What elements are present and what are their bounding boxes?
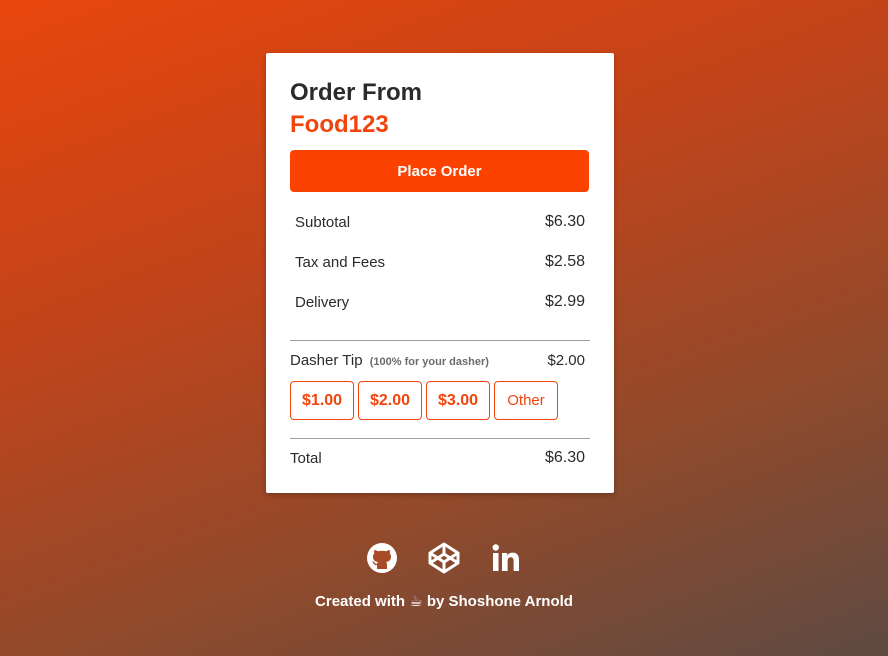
tip-option-3[interactable]: $3.00 xyxy=(426,381,490,420)
tip-label: Dasher Tip xyxy=(290,351,363,369)
tip-amount: $2.00 xyxy=(547,351,585,369)
tip-option-2[interactable]: $2.00 xyxy=(358,381,422,420)
total-amount: $6.30 xyxy=(544,449,585,466)
restaurant-name: Food123 xyxy=(290,111,389,138)
line-item-label: Tax and Fees xyxy=(295,253,386,271)
credit-suffix: by Shoshone Arnold xyxy=(426,593,573,610)
tip-option-other[interactable]: Other xyxy=(494,381,558,420)
credit-prefix: Created with xyxy=(315,593,406,610)
line-item-subtotal: Subtotal $6.30 xyxy=(290,202,590,242)
line-item-amount: $2.58 xyxy=(544,253,585,270)
codepen-icon xyxy=(428,542,460,574)
github-icon xyxy=(367,543,397,573)
tip-note: (100% for your dasher) xyxy=(369,355,489,368)
social-links xyxy=(0,540,888,576)
total-row: Total $6.30 xyxy=(290,439,590,477)
coffee-icon: ☕ xyxy=(409,593,423,610)
line-item-tax: Tax and Fees $2.58 xyxy=(290,242,590,282)
tip-option-1[interactable]: $1.00 xyxy=(290,381,354,420)
order-title: Order From xyxy=(290,79,423,106)
line-item-label: Delivery xyxy=(295,293,350,311)
line-items: Subtotal $6.30 Tax and Fees $2.58 Delive… xyxy=(290,202,590,322)
line-item-amount: $2.99 xyxy=(544,293,585,310)
github-link[interactable] xyxy=(365,540,399,576)
line-item-amount: $6.30 xyxy=(544,213,585,230)
line-item-label: Subtotal xyxy=(295,213,351,231)
footer-credit: Created with ☕ by Shoshone Arnold xyxy=(0,592,888,610)
linkedin-icon xyxy=(492,544,519,571)
place-order-button[interactable]: Place Order xyxy=(290,150,589,192)
tip-label-group: Dasher Tip (100% for your dasher) xyxy=(290,352,489,369)
tip-options: $1.00 $2.00 $3.00 Other xyxy=(290,381,590,420)
linkedin-link[interactable] xyxy=(489,540,523,576)
codepen-link[interactable] xyxy=(427,540,461,576)
order-card: Order From Food123 Place Order Subtotal … xyxy=(266,53,614,493)
tip-row: Dasher Tip (100% for your dasher) $2.00 xyxy=(290,341,590,379)
line-item-delivery: Delivery $2.99 xyxy=(290,282,590,322)
total-label: Total xyxy=(290,449,322,467)
